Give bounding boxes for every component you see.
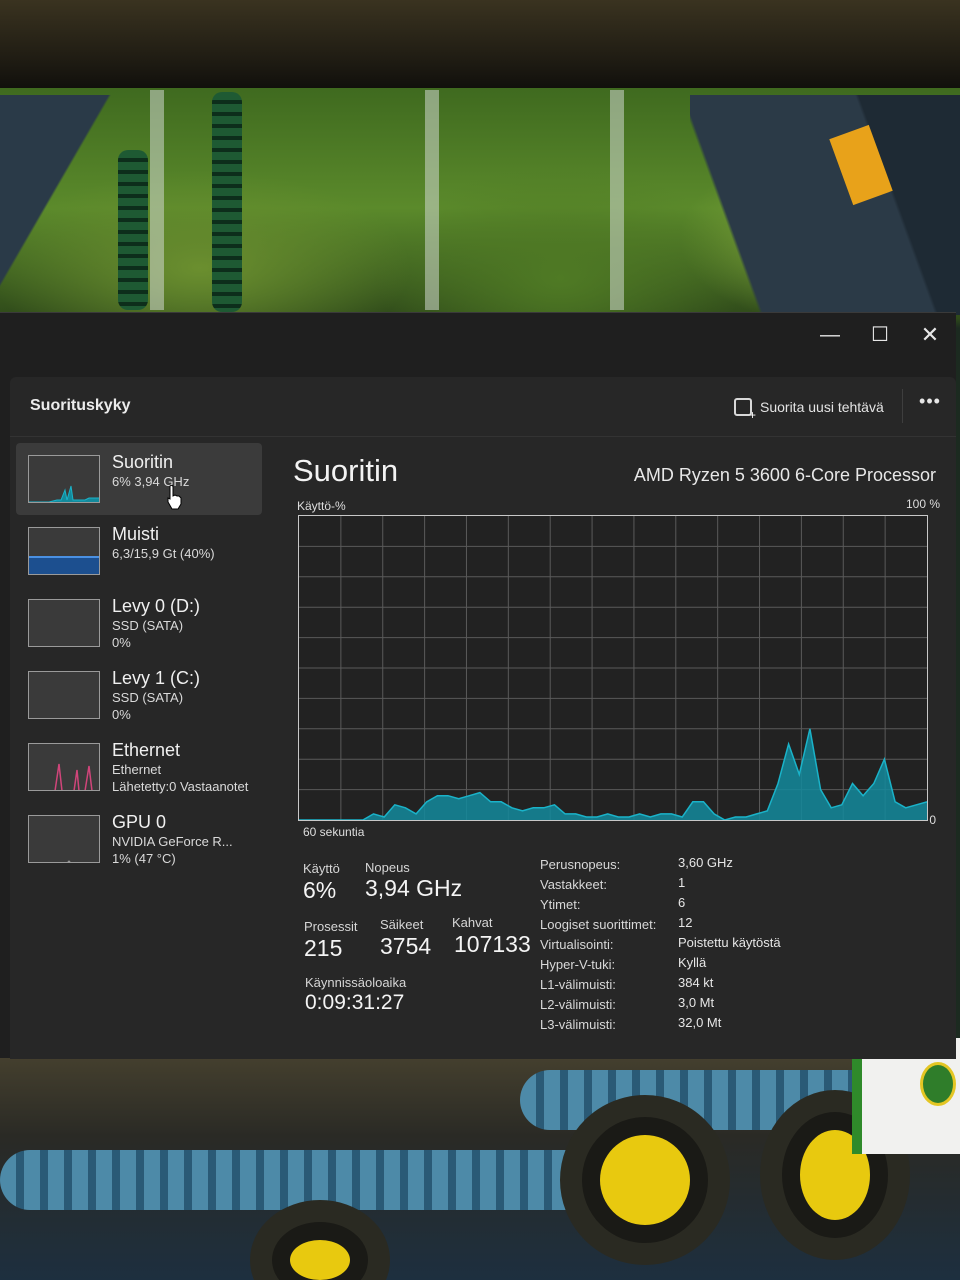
sidebar-item-name: Suoritin: [112, 452, 174, 472]
mouse-cursor-icon: [167, 484, 182, 510]
threads-label: Säikeet: [380, 917, 424, 932]
sidebar-item-3[interactable]: Levy 1 (C:) SSD (SATA) 0%: [16, 659, 262, 731]
sidebar-item-text: Ethernet Ethernet Lähetetty:0 Vastaanotet: [112, 739, 248, 795]
sidebar-item-text: GPU 0 NVIDIA GeForce R... 1% (47 °C): [112, 811, 233, 867]
more-options-button[interactable]: •••: [912, 391, 948, 419]
gpu-thumbnail-icon: [28, 815, 100, 863]
wallpaper-tree: [150, 90, 164, 310]
cpu-usage-chart: [298, 515, 928, 821]
sidebar-item-detail: Ethernet: [112, 762, 162, 777]
maximize-button[interactable]: ☐: [858, 319, 902, 351]
sidebar-item-detail: NVIDIA GeForce R...: [112, 834, 233, 849]
sidebar-item-name: Levy 1 (C:): [112, 668, 201, 688]
y-axis-label: Käyttö-%: [297, 499, 346, 513]
cpu-title: Suoritin: [293, 453, 399, 488]
usage-label: Käyttö: [303, 861, 340, 876]
y-axis-min-label: 0: [929, 813, 936, 827]
resource-sidebar: Suoritin 6% 3,94 GHz Muisti 6,3/15,9 Gt (40…: [16, 443, 264, 913]
sidebar-item-detail: SSD (SATA): [112, 618, 184, 633]
processes-value: 215: [304, 935, 343, 961]
y-axis-max-label: 100 %: [905, 497, 940, 511]
threads-value: 3754: [380, 933, 432, 959]
spec-value: 1: [678, 875, 686, 890]
spec-value: Kyllä: [678, 955, 707, 970]
uptime-label: Käynnissäoloaika: [305, 975, 407, 990]
wallpaper-crane: [690, 95, 960, 315]
cpu-thumbnail-icon: [28, 455, 100, 503]
spec-label: Ytimet:: [540, 897, 581, 912]
wallpaper-hose: [118, 150, 148, 310]
sidebar-item-name: Ethernet: [112, 740, 181, 760]
spec-label: Loogiset suorittimet:: [540, 917, 657, 932]
handles-value: 107133: [454, 931, 531, 957]
run-new-task-button[interactable]: Suorita uusi tehtävä: [734, 395, 884, 422]
wallpaper-wheel: [560, 1095, 730, 1265]
sidebar-item-text: Levy 1 (C:) SSD (SATA) 0%: [112, 667, 200, 723]
sidebar-item-0[interactable]: Suoritin 6% 3,94 GHz: [16, 443, 262, 515]
sidebar-item-name: Muisti: [112, 524, 160, 544]
sidebar-item-5[interactable]: GPU 0 NVIDIA GeForce R... 1% (47 °C): [16, 803, 262, 875]
sidebar-item-1[interactable]: Muisti 6,3/15,9 Gt (40%): [16, 515, 262, 587]
close-button[interactable]: ✕: [908, 319, 952, 351]
speed-label: Nopeus: [365, 860, 410, 875]
disk-thumbnail-icon: [28, 671, 100, 719]
spec-label: Virtualisointi:: [540, 937, 614, 952]
sidebar-item-detail: 0%: [112, 707, 131, 722]
sidebar-item-detail: SSD (SATA): [112, 690, 184, 705]
usage-value: 6%: [303, 877, 337, 903]
spec-value: 3,0 Mt: [678, 995, 715, 1010]
minimize-button[interactable]: —: [808, 319, 852, 351]
sidebar-item-name: GPU 0: [112, 812, 167, 832]
wallpaper-logo: [920, 1062, 956, 1106]
wallpaper-tree: [610, 90, 624, 310]
speed-value: 3,94 GHz: [365, 875, 463, 901]
title-bar[interactable]: — ☐ ✕: [0, 313, 956, 375]
cpu-usage-line: [299, 728, 928, 821]
chart-grid: [299, 516, 927, 820]
spec-value: Poistettu käytöstä: [678, 935, 781, 950]
spec-value: 12: [678, 915, 693, 930]
handles-label: Kahvat: [452, 915, 493, 930]
wallpaper-hose: [212, 92, 242, 312]
spec-value: 6: [678, 895, 686, 910]
spec-value: 384 kt: [678, 975, 714, 990]
page-title: Suorituskyky: [30, 397, 131, 414]
spec-value: 3,60 GHz: [678, 855, 733, 870]
spec-label: L1-välimuisti:: [540, 977, 616, 992]
sidebar-item-4[interactable]: Ethernet Ethernet Lähetetty:0 Vastaanotet: [16, 731, 262, 803]
spec-label: Perusnopeus:: [540, 857, 621, 872]
spec-label: Vastakkeet:: [540, 877, 607, 892]
page-header: Suorituskyky Suorita uusi tehtävä •••: [10, 377, 956, 437]
sidebar-item-detail: 0%: [112, 635, 131, 650]
sidebar-item-text: Muisti 6,3/15,9 Gt (40%): [112, 523, 215, 562]
wallpaper-tree: [425, 90, 439, 310]
cpu-model: AMD Ryzen 5 3600 6-Core Processor: [633, 465, 936, 485]
sidebar-item-2[interactable]: Levy 0 (D:) SSD (SATA) 0%: [16, 587, 262, 659]
network-thumbnail-icon: [28, 743, 100, 791]
task-manager-window: — ☐ ✕ Suorituskyky Suorita uusi tehtävä …: [0, 312, 956, 1059]
uptime-value: 0:09:31:27: [305, 991, 405, 1014]
memory-thumbnail-icon: [28, 527, 100, 575]
processes-label: Prosessit: [304, 919, 358, 934]
monitor-bezel: [0, 0, 960, 92]
sidebar-item-detail: Lähetetty:0 Vastaanotet: [112, 779, 249, 794]
x-axis-label: 60 sekuntia: [303, 825, 365, 839]
performance-page: Suorituskyky Suorita uusi tehtävä ••• Su…: [10, 377, 956, 1059]
spec-label: L2-välimuisti:: [540, 997, 616, 1012]
spec-label: L3-välimuisti:: [540, 1017, 616, 1032]
spec-value: 32,0 Mt: [678, 1015, 722, 1030]
run-task-icon: [734, 398, 756, 422]
disk-thumbnail-icon: [28, 599, 100, 647]
sidebar-item-detail: 1% (47 °C): [112, 851, 176, 866]
cpu-details: Suoritin AMD Ryzen 5 3600 6-Core Process…: [290, 443, 940, 1043]
header-divider: [902, 389, 903, 423]
spec-label: Hyper-V-tuki:: [540, 957, 616, 972]
run-task-label: Suorita uusi tehtävä: [760, 399, 884, 415]
sidebar-item-detail: 6,3/15,9 Gt (40%): [112, 546, 215, 561]
sidebar-item-name: Levy 0 (D:): [112, 596, 201, 616]
sidebar-item-text: Levy 0 (D:) SSD (SATA) 0%: [112, 595, 200, 651]
cpu-usage-chart-svg: [299, 516, 928, 821]
